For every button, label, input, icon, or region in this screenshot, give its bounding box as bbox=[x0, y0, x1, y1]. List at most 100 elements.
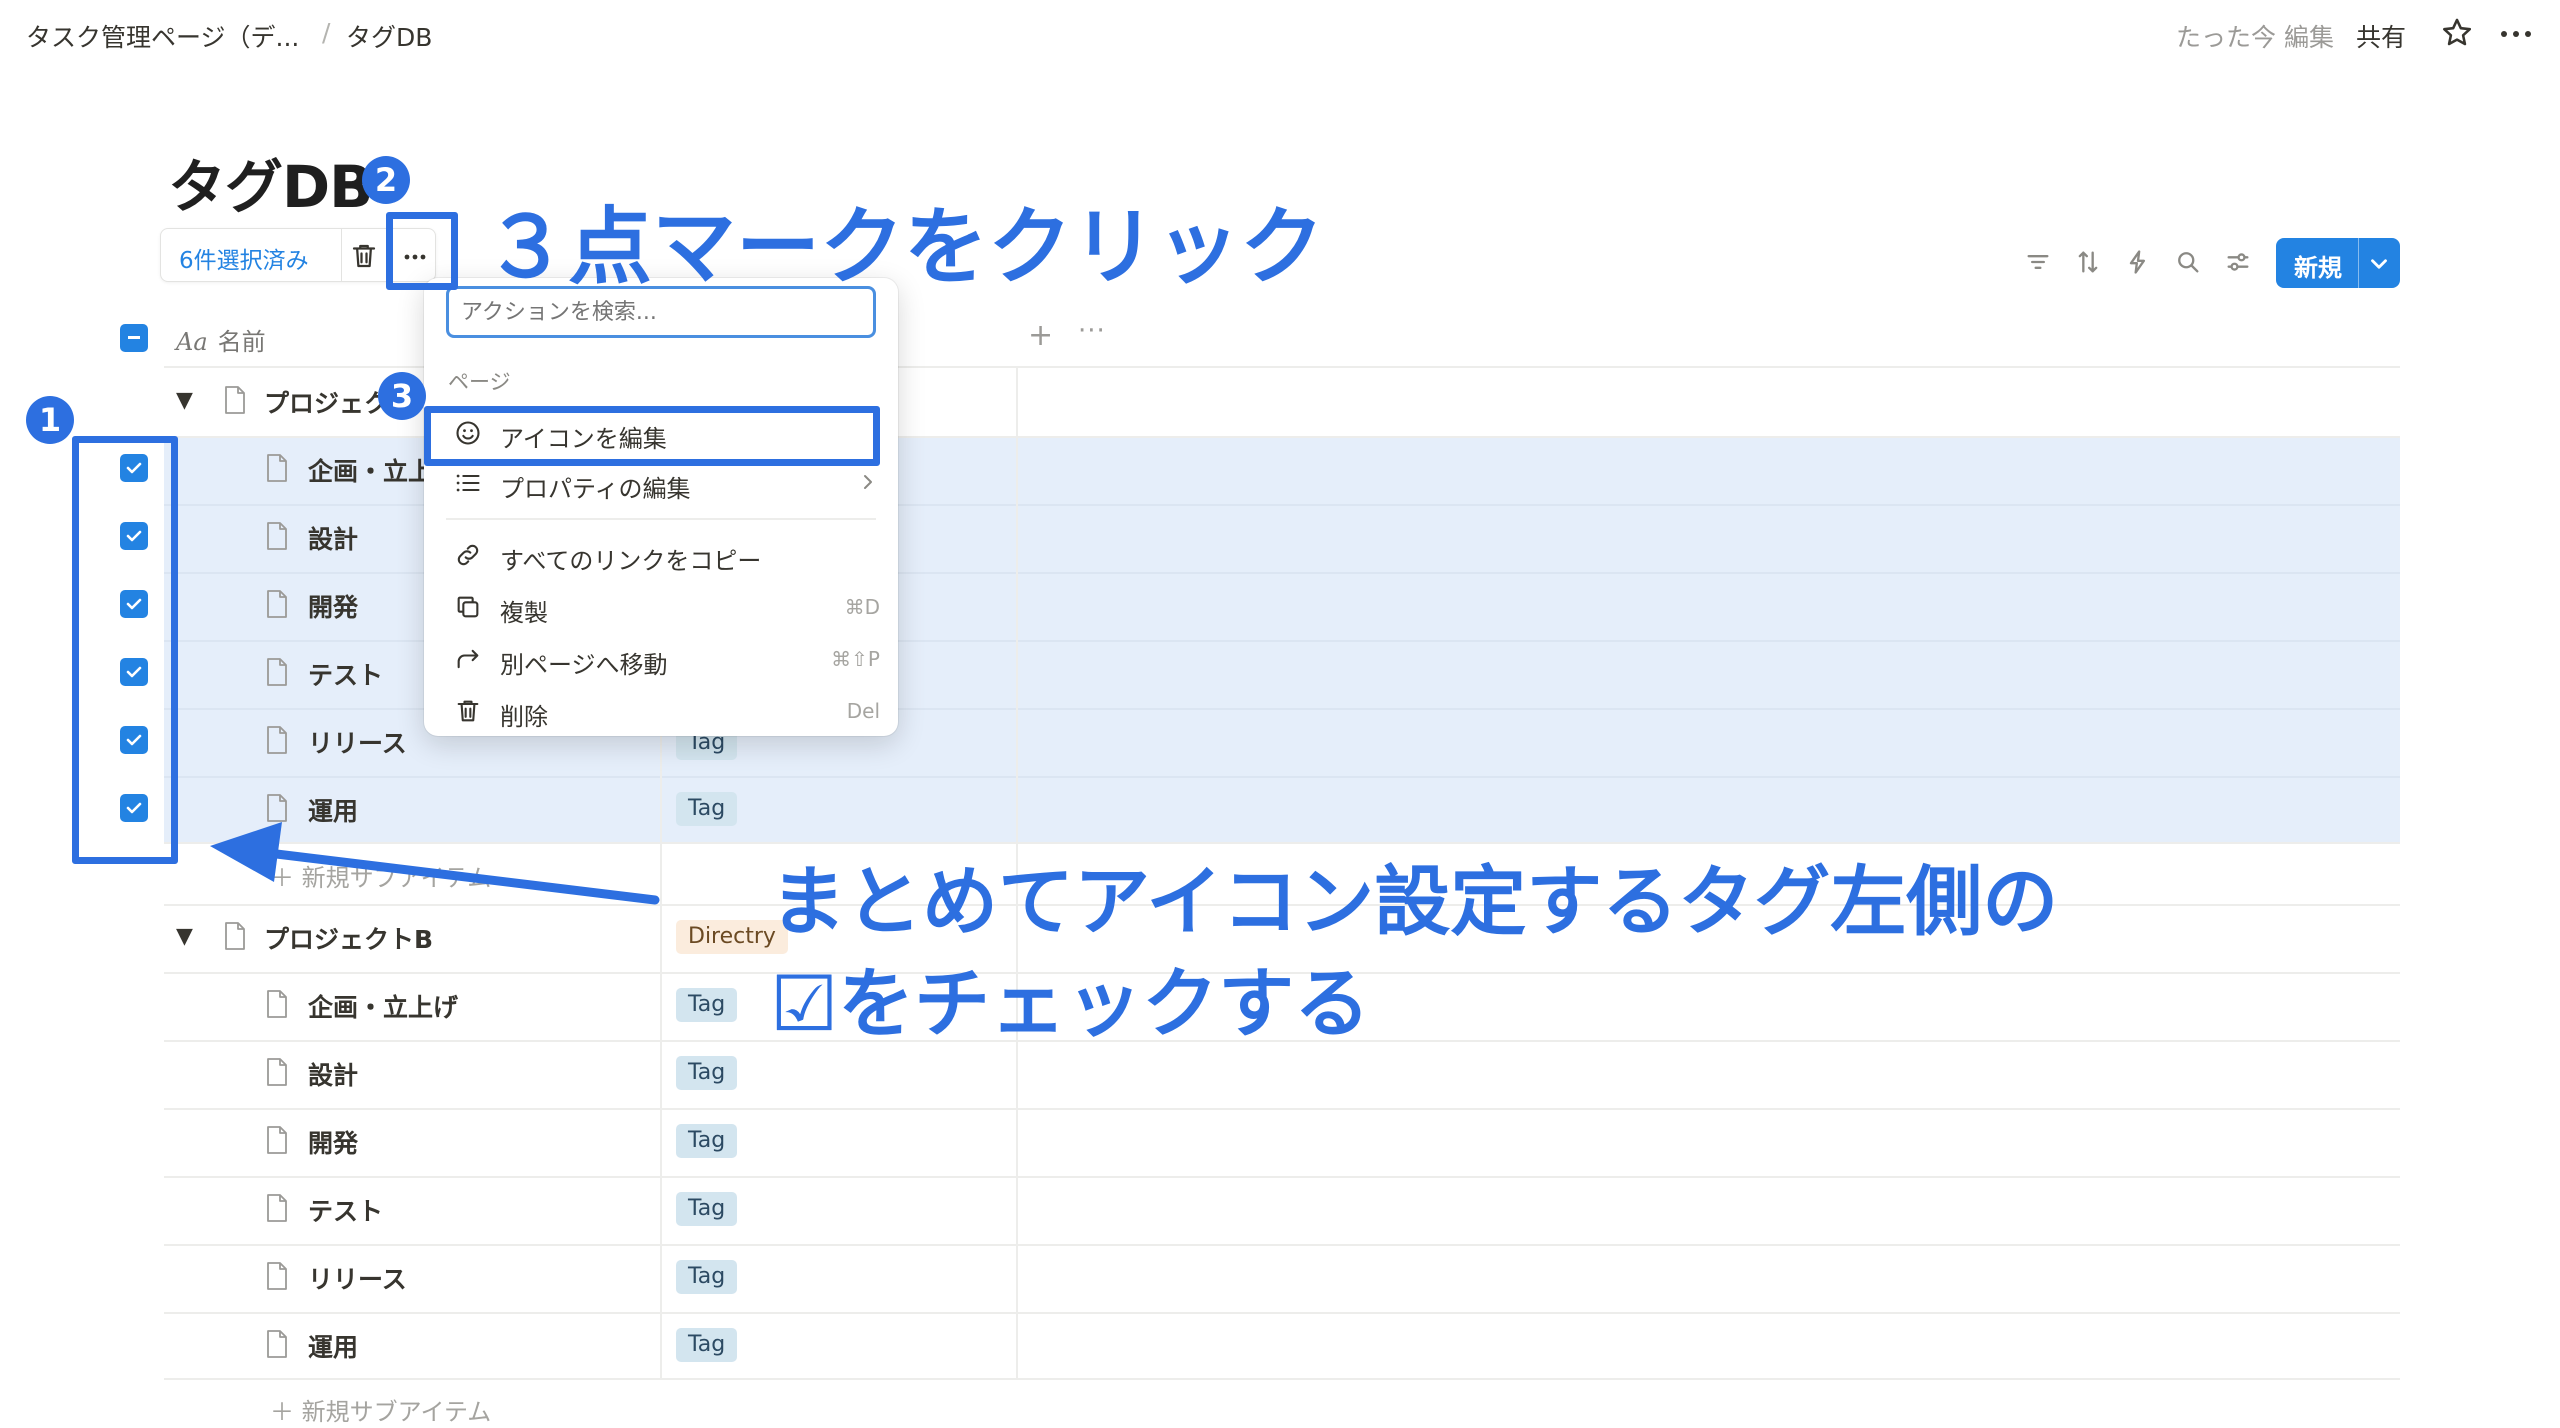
group-name-a[interactable]: プロジェク bbox=[264, 384, 389, 420]
select-all-checkbox[interactable] bbox=[120, 324, 148, 352]
table-divider bbox=[164, 1378, 2400, 1380]
table-row-name[interactable]: 開発 bbox=[308, 588, 358, 624]
new-subitem-button-b[interactable]: ＋ 新規サブアイテム bbox=[270, 1392, 491, 1427]
table-row-name[interactable]: 設計 bbox=[308, 520, 358, 556]
tag-badge[interactable]: Tag bbox=[676, 1124, 738, 1158]
table-divider bbox=[164, 776, 2400, 778]
shortcut-hint: ⌘D bbox=[844, 595, 880, 619]
tag-badge[interactable]: Tag bbox=[676, 988, 738, 1022]
menu-divider bbox=[446, 518, 876, 520]
table-row-name[interactable]: テスト bbox=[308, 1192, 383, 1228]
toolbar-divider bbox=[341, 229, 342, 281]
shortcut-hint: Del bbox=[846, 699, 880, 723]
new-subitem-label: 新規サブアイテム bbox=[301, 1398, 492, 1426]
chevron-right-icon bbox=[856, 470, 880, 494]
annotation-text-check-line1: まとめてアイコン設定するタグ左側の bbox=[770, 857, 2059, 946]
menu-item-label: プロパティの編集 bbox=[500, 475, 691, 503]
column-more-icon[interactable]: ··· bbox=[1078, 316, 1106, 346]
link-icon bbox=[454, 541, 482, 569]
view-settings-icon[interactable] bbox=[2224, 248, 2252, 276]
page-doc-icon bbox=[266, 454, 288, 482]
annotation-box-edit-icon bbox=[424, 406, 880, 466]
name-column-header[interactable]: Aa 名前 bbox=[176, 322, 266, 357]
table-row-name[interactable]: 運用 bbox=[308, 1328, 358, 1364]
page-doc-icon bbox=[266, 990, 288, 1018]
move-icon bbox=[454, 645, 482, 673]
page-doc-icon bbox=[266, 1330, 288, 1358]
menu-item-delete[interactable]: 削除 Del bbox=[432, 686, 890, 736]
menu-item-label: 複製 bbox=[500, 599, 548, 627]
group-toggle-caret-icon[interactable]: ▼ bbox=[176, 924, 193, 949]
menu-section-label: ページ bbox=[448, 370, 511, 394]
page-doc-icon bbox=[266, 1126, 288, 1154]
last-edited-label: たった今 編集 bbox=[2176, 23, 2334, 52]
annotation-box-more-button bbox=[386, 212, 458, 290]
annotation-badge-3: 3 bbox=[378, 372, 426, 420]
trash-icon[interactable] bbox=[349, 241, 379, 271]
page-doc-icon bbox=[266, 658, 288, 686]
automation-bolt-icon[interactable] bbox=[2124, 248, 2152, 276]
page-doc-icon bbox=[266, 522, 288, 550]
annotation-box-checkboxes bbox=[72, 436, 178, 864]
breadcrumb-parent[interactable]: タスク管理ページ（デ... bbox=[26, 18, 299, 54]
new-button[interactable]: 新規 bbox=[2276, 238, 2400, 288]
page-doc-icon bbox=[266, 1194, 288, 1222]
menu-item-label: 削除 bbox=[500, 703, 548, 731]
table-row-name[interactable]: リリース bbox=[308, 724, 407, 760]
page-doc-icon bbox=[266, 794, 288, 822]
breadcrumb-separator: / bbox=[322, 18, 331, 47]
tag-badge[interactable]: Tag bbox=[676, 1260, 738, 1294]
annotation-text-click-dots: ３点マークをクリック bbox=[484, 198, 1325, 296]
menu-item-move[interactable]: 別ページへ移動 ⌘⇧P bbox=[432, 634, 890, 684]
table-row-name[interactable]: 開発 bbox=[308, 1124, 358, 1160]
new-button-label: 新規 bbox=[2294, 254, 2342, 282]
page-doc-icon bbox=[266, 726, 288, 754]
text-property-icon: Aa bbox=[176, 328, 208, 356]
annotation-text-check-line2: ☑をチェックする bbox=[770, 959, 1371, 1048]
menu-item-copy-links[interactable]: すべてのリンクをコピー bbox=[432, 530, 890, 580]
table-divider bbox=[164, 1312, 2400, 1314]
sort-icon[interactable] bbox=[2074, 248, 2102, 276]
table-divider bbox=[164, 1108, 2400, 1110]
table-divider bbox=[164, 1176, 2400, 1178]
tag-badge[interactable]: Tag bbox=[676, 1192, 738, 1226]
shortcut-hint: ⌘⇧P bbox=[831, 647, 880, 671]
favorite-star-icon[interactable] bbox=[2440, 16, 2474, 50]
filter-icon[interactable] bbox=[2024, 248, 2052, 276]
table-row-name[interactable]: テスト bbox=[308, 656, 383, 692]
page-doc-icon bbox=[266, 1262, 288, 1290]
page-doc-icon bbox=[266, 590, 288, 618]
annotation-badge-1: 1 bbox=[26, 396, 74, 444]
new-button-divider bbox=[2358, 238, 2359, 288]
menu-item-duplicate[interactable]: 複製 ⌘D bbox=[432, 582, 890, 632]
annotation-badge-2: 2 bbox=[362, 156, 410, 204]
page-doc-icon bbox=[266, 1058, 288, 1086]
menu-item-label: すべてのリンクをコピー bbox=[500, 547, 762, 575]
trash-icon bbox=[454, 697, 482, 725]
annotation-arrow bbox=[210, 822, 660, 905]
actions-menu: ページ アイコンを編集 プロパティの編集 すべてのリンクをコピー 複製 ⌘D bbox=[424, 278, 898, 736]
duplicate-icon bbox=[454, 593, 482, 621]
share-button[interactable]: 共有 bbox=[2356, 18, 2406, 54]
menu-item-label: 別ページへ移動 bbox=[500, 651, 668, 679]
selected-count-button[interactable]: 6件選択済み bbox=[179, 241, 309, 275]
table-row-name[interactable]: 設計 bbox=[308, 1056, 358, 1092]
table-divider bbox=[164, 1244, 2400, 1246]
add-property-icon[interactable]: + bbox=[1028, 318, 1053, 353]
more-options-icon[interactable] bbox=[2496, 16, 2536, 50]
top-bar: タスク管理ページ（デ... / タグDB たった今 編集 共有 bbox=[0, 0, 2560, 70]
breadcrumb-current[interactable]: タグDB bbox=[346, 18, 432, 54]
tag-badge[interactable]: Tag bbox=[676, 792, 738, 826]
tag-badge[interactable]: Tag bbox=[676, 1056, 738, 1090]
chevron-down-icon[interactable] bbox=[2366, 251, 2392, 277]
tag-badge[interactable]: Tag bbox=[676, 1328, 738, 1362]
page-title[interactable]: タグDB bbox=[168, 140, 373, 224]
table-row-name[interactable]: 企画・立上 bbox=[308, 452, 433, 488]
table-row-name[interactable]: リリース bbox=[308, 1260, 407, 1296]
name-column-header-label: 名前 bbox=[217, 328, 266, 356]
page-doc-icon bbox=[224, 386, 246, 414]
search-icon[interactable] bbox=[2174, 248, 2202, 276]
table-row-name[interactable]: 企画・立上げ bbox=[308, 988, 458, 1024]
list-icon bbox=[454, 469, 482, 497]
group-toggle-caret-icon[interactable]: ▼ bbox=[176, 388, 193, 413]
